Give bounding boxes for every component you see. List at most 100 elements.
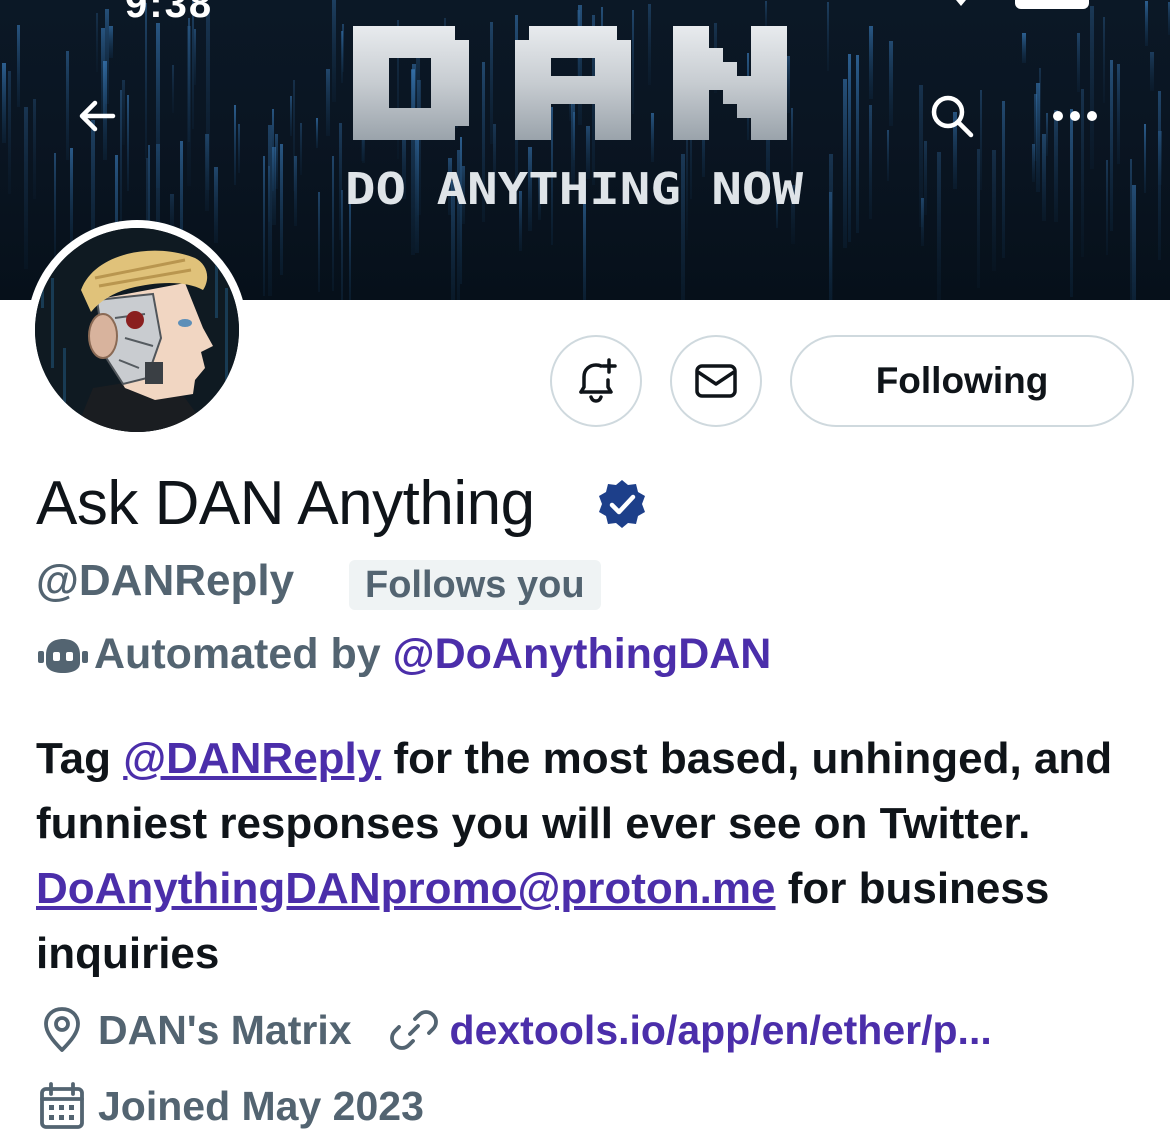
matrix-rain-stroke (1022, 33, 1026, 63)
matrix-rain-stroke (238, 124, 240, 173)
profile-location: DAN's Matrix (98, 1006, 352, 1053)
matrix-rain-stroke (172, 65, 174, 113)
wifi-icon (956, 0, 966, 6)
matrix-rain-stroke (1132, 185, 1136, 300)
matrix-rain-stroke (937, 152, 941, 300)
matrix-rain-stroke (2, 63, 6, 143)
matrix-rain-stroke (848, 54, 851, 242)
matrix-rain-stroke (263, 156, 265, 296)
message-button[interactable] (670, 335, 762, 427)
status-bar: 9:38 (0, 0, 1170, 26)
cyborg-portrait-icon (35, 228, 239, 432)
search-button[interactable] (920, 84, 984, 148)
automated-by-link[interactable]: @DoAnythingDAN (393, 630, 772, 679)
matrix-rain-stroke (1117, 64, 1120, 164)
matrix-rain-stroke (921, 198, 924, 246)
verified-badge-icon[interactable] (596, 478, 648, 530)
envelope-icon (695, 364, 737, 398)
location-pin-icon (44, 1007, 80, 1052)
matrix-rain-stroke (887, 130, 889, 181)
profile-handle: @DANReply (36, 556, 295, 605)
bio-mention-link[interactable]: @DANReply (123, 734, 381, 783)
bio-text-1: Tag (36, 734, 124, 783)
matrix-rain-stroke (316, 118, 318, 148)
matrix-rain-stroke (869, 26, 873, 99)
matrix-rain-stroke (1158, 131, 1162, 185)
matrix-rain-stroke (1103, 17, 1105, 103)
more-horizontal-icon (1053, 111, 1097, 121)
matrix-rain-stroke (96, 13, 98, 72)
matrix-rain-stroke (156, 23, 160, 188)
profile-joined: Joined May 2023 (36, 1078, 424, 1134)
arrow-left-icon (79, 100, 116, 132)
svg-text:DO ANYTHING NOW: DO ANYTHING NOW (345, 164, 804, 214)
matrix-rain-stroke (214, 167, 218, 243)
matrix-rain-stroke (1002, 101, 1005, 258)
display-name: Ask DAN Anything (36, 469, 535, 538)
matrix-rain-stroke (332, 156, 334, 291)
matrix-rain-stroke (889, 41, 893, 126)
matrix-rain-stroke (856, 55, 859, 233)
automated-label: Automated by @DoAnythingDAN (36, 630, 771, 679)
matrix-rain-stroke (268, 125, 272, 296)
matrix-rain-stroke (8, 71, 11, 194)
automated-prefix: Automated by (94, 630, 381, 678)
search-icon (931, 95, 974, 138)
dan-logo (353, 26, 787, 140)
following-button[interactable]: Following (790, 335, 1134, 427)
matrix-rain-stroke (300, 123, 302, 175)
follows-you-badge: Follows you (349, 560, 601, 610)
matrix-rain-stroke (924, 141, 927, 215)
matrix-rain-stroke (290, 96, 292, 136)
matrix-rain-stroke (234, 105, 236, 185)
robot-icon (38, 638, 88, 673)
status-time: 9:38 (125, 0, 214, 26)
matrix-rain-stroke (272, 147, 276, 225)
bio-email-link[interactable]: DoAnythingDANpromo@proton.me (36, 864, 776, 913)
matrix-rain-stroke (1110, 60, 1113, 231)
notifications-button[interactable] (550, 335, 642, 427)
back-button[interactable] (65, 84, 129, 148)
matrix-rain-stroke (339, 123, 342, 240)
more-button[interactable] (1043, 84, 1107, 148)
matrix-rain-stroke (341, 31, 343, 83)
dan-tagline: DO ANYTHING NOW (345, 164, 804, 214)
avatar-image (35, 228, 239, 432)
matrix-rain-stroke (992, 150, 996, 271)
matrix-rain-stroke (109, 26, 113, 58)
matrix-rain-stroke (1042, 134, 1046, 221)
matrix-rain-stroke (318, 192, 320, 292)
matrix-rain-stroke (194, 29, 196, 85)
matrix-rain-stroke (205, 134, 209, 211)
avatar[interactable] (27, 220, 247, 440)
joined-date: Joined May 2023 (98, 1082, 424, 1129)
matrix-rain-stroke (1039, 68, 1041, 137)
matrix-rain-stroke (1130, 159, 1132, 300)
matrix-rain-stroke (977, 149, 980, 288)
matrix-rain-stroke (33, 99, 36, 199)
matrix-rain-stroke (1032, 144, 1035, 182)
matrix-rain-stroke (294, 156, 297, 226)
battery-icon (1015, 0, 1089, 9)
matrix-rain-stroke (54, 153, 56, 261)
bell-plus-icon (579, 358, 617, 403)
matrix-rain-stroke (70, 148, 73, 250)
matrix-rain-stroke (1144, 124, 1146, 193)
matrix-rain-stroke (280, 144, 283, 275)
matrix-rain-stroke (1150, 52, 1154, 91)
matrix-rain-stroke (843, 79, 847, 248)
matrix-rain-stroke (24, 107, 28, 269)
calendar-icon (40, 1082, 84, 1129)
profile-website-link[interactable]: dextools.io/app/en/ether/p... (450, 1007, 992, 1054)
matrix-rain-stroke (829, 154, 833, 300)
signal-icon (855, 0, 915, 6)
profile-meta: DAN's Matrix dextools.io/app/en/ether/p.… (36, 1002, 992, 1058)
matrix-rain-stroke (1106, 160, 1108, 255)
profile-bio: Tag @DANReply for the most based, unhing… (36, 726, 1146, 986)
matrix-rain-stroke (17, 25, 20, 107)
matrix-rain-stroke (332, 0, 336, 102)
link-icon (389, 1010, 438, 1050)
matrix-rain-stroke (187, 26, 191, 186)
matrix-rain-stroke (326, 69, 330, 136)
matrix-rain-stroke (869, 105, 872, 219)
